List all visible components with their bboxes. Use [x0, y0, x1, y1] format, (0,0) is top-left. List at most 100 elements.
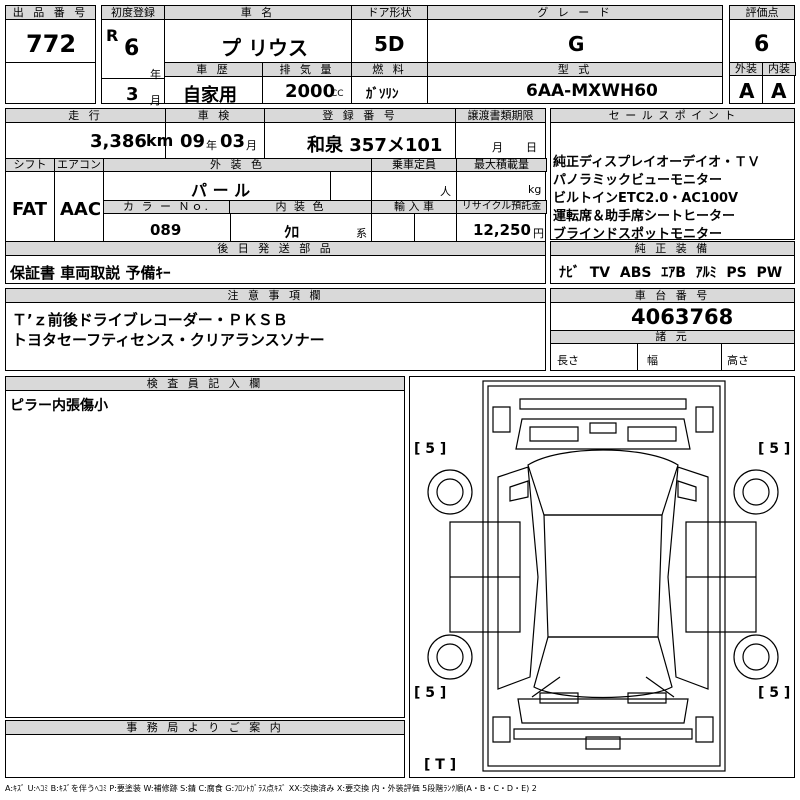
exterior-rank: A: [739, 79, 755, 103]
registration-month: 3: [126, 84, 139, 105]
frame-inner: [487, 385, 721, 767]
grade-label: グ レ ー ド: [428, 6, 722, 20]
recycle-fee: 12,250: [473, 221, 531, 239]
fuel-box: 燃 料 ｶﾞｿﾘﾝ: [351, 62, 428, 104]
tire-rear-right-rating: [ 5 ]: [758, 685, 791, 701]
left-side: [497, 466, 539, 690]
width-label: 幅: [647, 354, 658, 367]
wheel-rear-right: [733, 634, 779, 680]
tire-front-right-rating: [ 5 ]: [758, 441, 791, 457]
model-label: 型 式: [428, 63, 722, 77]
first-registration-label: 初度登録: [102, 6, 164, 20]
ac: AAC: [60, 199, 102, 220]
legend: A:ｷｽﾞ U:ﾍｺﾐ B:ｷｽﾞを伴うﾍｺﾐ P:要塗装 W:補修跡 S:錆 …: [5, 784, 537, 793]
lot-number-box: 出 品 番 号 772: [5, 5, 96, 104]
plate-box: 登 録 番 号 和泉 357メ101: [264, 108, 456, 159]
note-line: トヨタセーフティセンス・クリアランスソナー: [12, 331, 325, 349]
score: 6: [754, 32, 770, 57]
plate-number: 和泉 357メ101: [307, 135, 443, 156]
registration-year: 6: [124, 36, 140, 61]
lot-number-label: 出 品 番 号: [6, 6, 95, 20]
car-diagram: [427, 380, 779, 772]
chassis-label: 車 台 番 号: [551, 289, 794, 303]
mileage-box: 走 行 3,386 km: [5, 108, 173, 159]
wheel-rear-left: [427, 634, 473, 680]
inspection-label: 車 検: [166, 109, 264, 123]
specs-label: 諸 元: [550, 330, 795, 344]
score-box: 評価点 6: [729, 5, 795, 63]
load-label: 最大積載量: [456, 158, 547, 172]
inspection-year: 09: [180, 131, 206, 152]
year-unit: 年: [150, 68, 161, 81]
spec-grid: シフト エアコン 外 装 色 乗車定員 最大積載量 パ ー ル 人 kg FAT…: [5, 158, 547, 242]
car-diagram-box: [ 5 ] [ 5 ] [ 5 ] [ 5 ] [ T ]: [409, 376, 795, 778]
tire-front-left-rating: [ 5 ]: [414, 441, 447, 457]
wheel-front-left: [427, 469, 473, 515]
equipment-box: 純 正 装 備 ﾅﾋﾞ TV ABS ｴｱB ｱﾙﾐ PS PW: [550, 241, 795, 284]
displacement-box: 排 気 量 2000 CC: [262, 62, 352, 104]
month-unit: 月: [150, 94, 161, 107]
sales-point: 運転席＆助手席シートヒーター: [553, 209, 736, 224]
displacement: 2000: [285, 81, 336, 102]
history-label: 車 歴: [165, 63, 262, 77]
later-parts-label: 後 日 発 送 部 品: [6, 242, 545, 256]
import-label: 輸 入 車: [371, 200, 457, 214]
right-side: [667, 466, 709, 690]
int-color: ｸﾛ: [284, 223, 300, 241]
interior-label: 内装: [762, 62, 796, 76]
later-parts: 保証書 車両取説 予備ｷｰ: [10, 264, 171, 282]
plate-label: 登 録 番 号: [265, 109, 455, 123]
shift-label: シフト: [5, 158, 55, 172]
sales-point: ブラインドスポットモニター: [553, 227, 723, 242]
equipment-label: 純 正 装 備: [551, 242, 794, 256]
int-color-label: 内 装 色: [229, 200, 372, 214]
chassis-box: 車 台 番 号 4063768 諸 元 長さ 幅 高さ: [550, 288, 795, 371]
color-number: 089: [150, 221, 182, 239]
car-name-box: 車 名 プ リウス: [164, 5, 352, 63]
grade: G: [568, 32, 585, 56]
later-parts-box: 後 日 発 送 部 品 保証書 車両取説 予備ｷｰ: [5, 241, 546, 284]
displacement-label: 排 気 量: [263, 63, 351, 77]
inspection-year-unit: 年: [206, 139, 217, 152]
score-label: 評価点: [730, 6, 794, 20]
wheel-front-right: [733, 469, 779, 515]
recycle-label: リサイクル預託金: [456, 200, 547, 214]
cc-unit: CC: [331, 89, 344, 99]
sales-point: ビルトインETC2.0・AC100V: [553, 191, 739, 206]
tire-rear-left-rating: [ 5 ]: [414, 685, 447, 701]
shift: FAT: [12, 199, 48, 220]
office-box: 事 務 局 よ り ご 案 内: [5, 720, 405, 778]
front-bumper: [519, 398, 687, 410]
spare-tire-rating: [ T ]: [424, 757, 457, 773]
door-box: ドア形状 5D: [351, 5, 428, 63]
history: 自家用: [183, 85, 237, 106]
transfer-label: 譲渡書類期限: [456, 109, 545, 123]
ext-color: パ ー ル: [191, 181, 251, 200]
fuel-label: 燃 料: [352, 63, 427, 77]
windshield: [527, 449, 679, 516]
door-label: ドア形状: [352, 6, 427, 20]
color-no-label: カ ラ ー Ｎｏ.: [103, 200, 230, 214]
transfer-month: 月: [492, 141, 503, 154]
recycle-unit: 円: [533, 227, 544, 240]
exterior-label: 外装: [729, 62, 763, 76]
inspection-month: 03: [220, 131, 246, 152]
inspection-month-unit: 月: [246, 139, 257, 152]
capacity-label: 乗車定員: [371, 158, 457, 172]
ext-color-label: 外 装 色: [103, 158, 372, 172]
transfer-box: 譲渡書類期限 月 日: [455, 108, 546, 159]
length-label: 長さ: [557, 354, 579, 367]
mileage-label: 走 行: [6, 109, 165, 123]
transfer-day: 日: [526, 141, 537, 154]
sales-point: 純正ディスプレイオーデイオ・ＴＶ: [553, 155, 761, 170]
door-type: 5D: [374, 32, 405, 56]
mileage: 3,386: [90, 131, 147, 152]
inspector-label: 検 査 員 記 入 欄: [6, 377, 404, 391]
office-label: 事 務 局 よ り ご 案 内: [6, 721, 404, 735]
height-label: 高さ: [727, 354, 749, 367]
model-box: 型 式 6AA-MXWH60: [427, 62, 723, 104]
rear-window: [533, 636, 673, 699]
interior-rank: A: [771, 79, 787, 103]
note-line: Ｔ’ｚ前後ドライブレコーダー・ＰＫＳＢ: [12, 311, 288, 329]
first-registration-box: 初度登録 R 6 年 3 月: [101, 5, 165, 107]
